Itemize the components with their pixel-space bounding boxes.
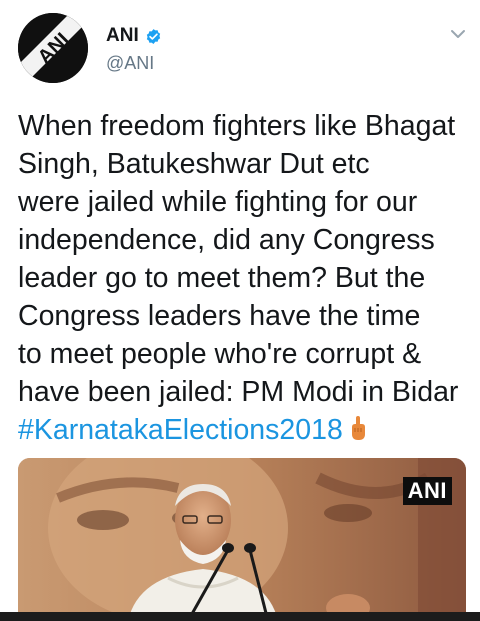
tweet-line: to meet people who're corrupt & [18, 338, 422, 370]
tweet-card: ANI ANI @ANI When freedom fighters like … [0, 0, 480, 621]
account-name[interactable]: ANI [106, 25, 139, 47]
name-row: ANI [106, 25, 162, 47]
tweet-line: leader go to meet them? But the [18, 262, 426, 294]
pointing-finger-emoji-icon [351, 416, 365, 440]
tweet-line: When freedom fighters like Bhagat [18, 110, 456, 142]
account-handle[interactable]: @ANI [106, 52, 162, 74]
author-block: ANI @ANI [106, 25, 162, 74]
avatar[interactable]: ANI [18, 13, 88, 83]
tweet-line: independence, did any Congress [18, 224, 435, 256]
bottom-bar [0, 612, 480, 621]
tweet-text: When freedom fighters like Bhagat Singh,… [18, 107, 473, 449]
hashtag-link[interactable]: #KarnatakaElections2018 [18, 414, 343, 446]
verified-badge-icon [146, 28, 160, 44]
chevron-down-icon[interactable] [450, 28, 466, 40]
tweet-line: have been jailed: PM Modi in Bidar [18, 376, 459, 408]
tweet-line: Singh, Batukeshwar Dut etc [18, 148, 370, 180]
media-watermark: ANI [402, 477, 452, 505]
tweet-line: were jailed while fighting for our [18, 186, 418, 218]
tweet-media-image[interactable]: ANI [18, 458, 466, 621]
hashtag-line: #KarnatakaElections2018 [18, 411, 473, 449]
tweet-line: Congress leaders have the time [18, 300, 421, 332]
